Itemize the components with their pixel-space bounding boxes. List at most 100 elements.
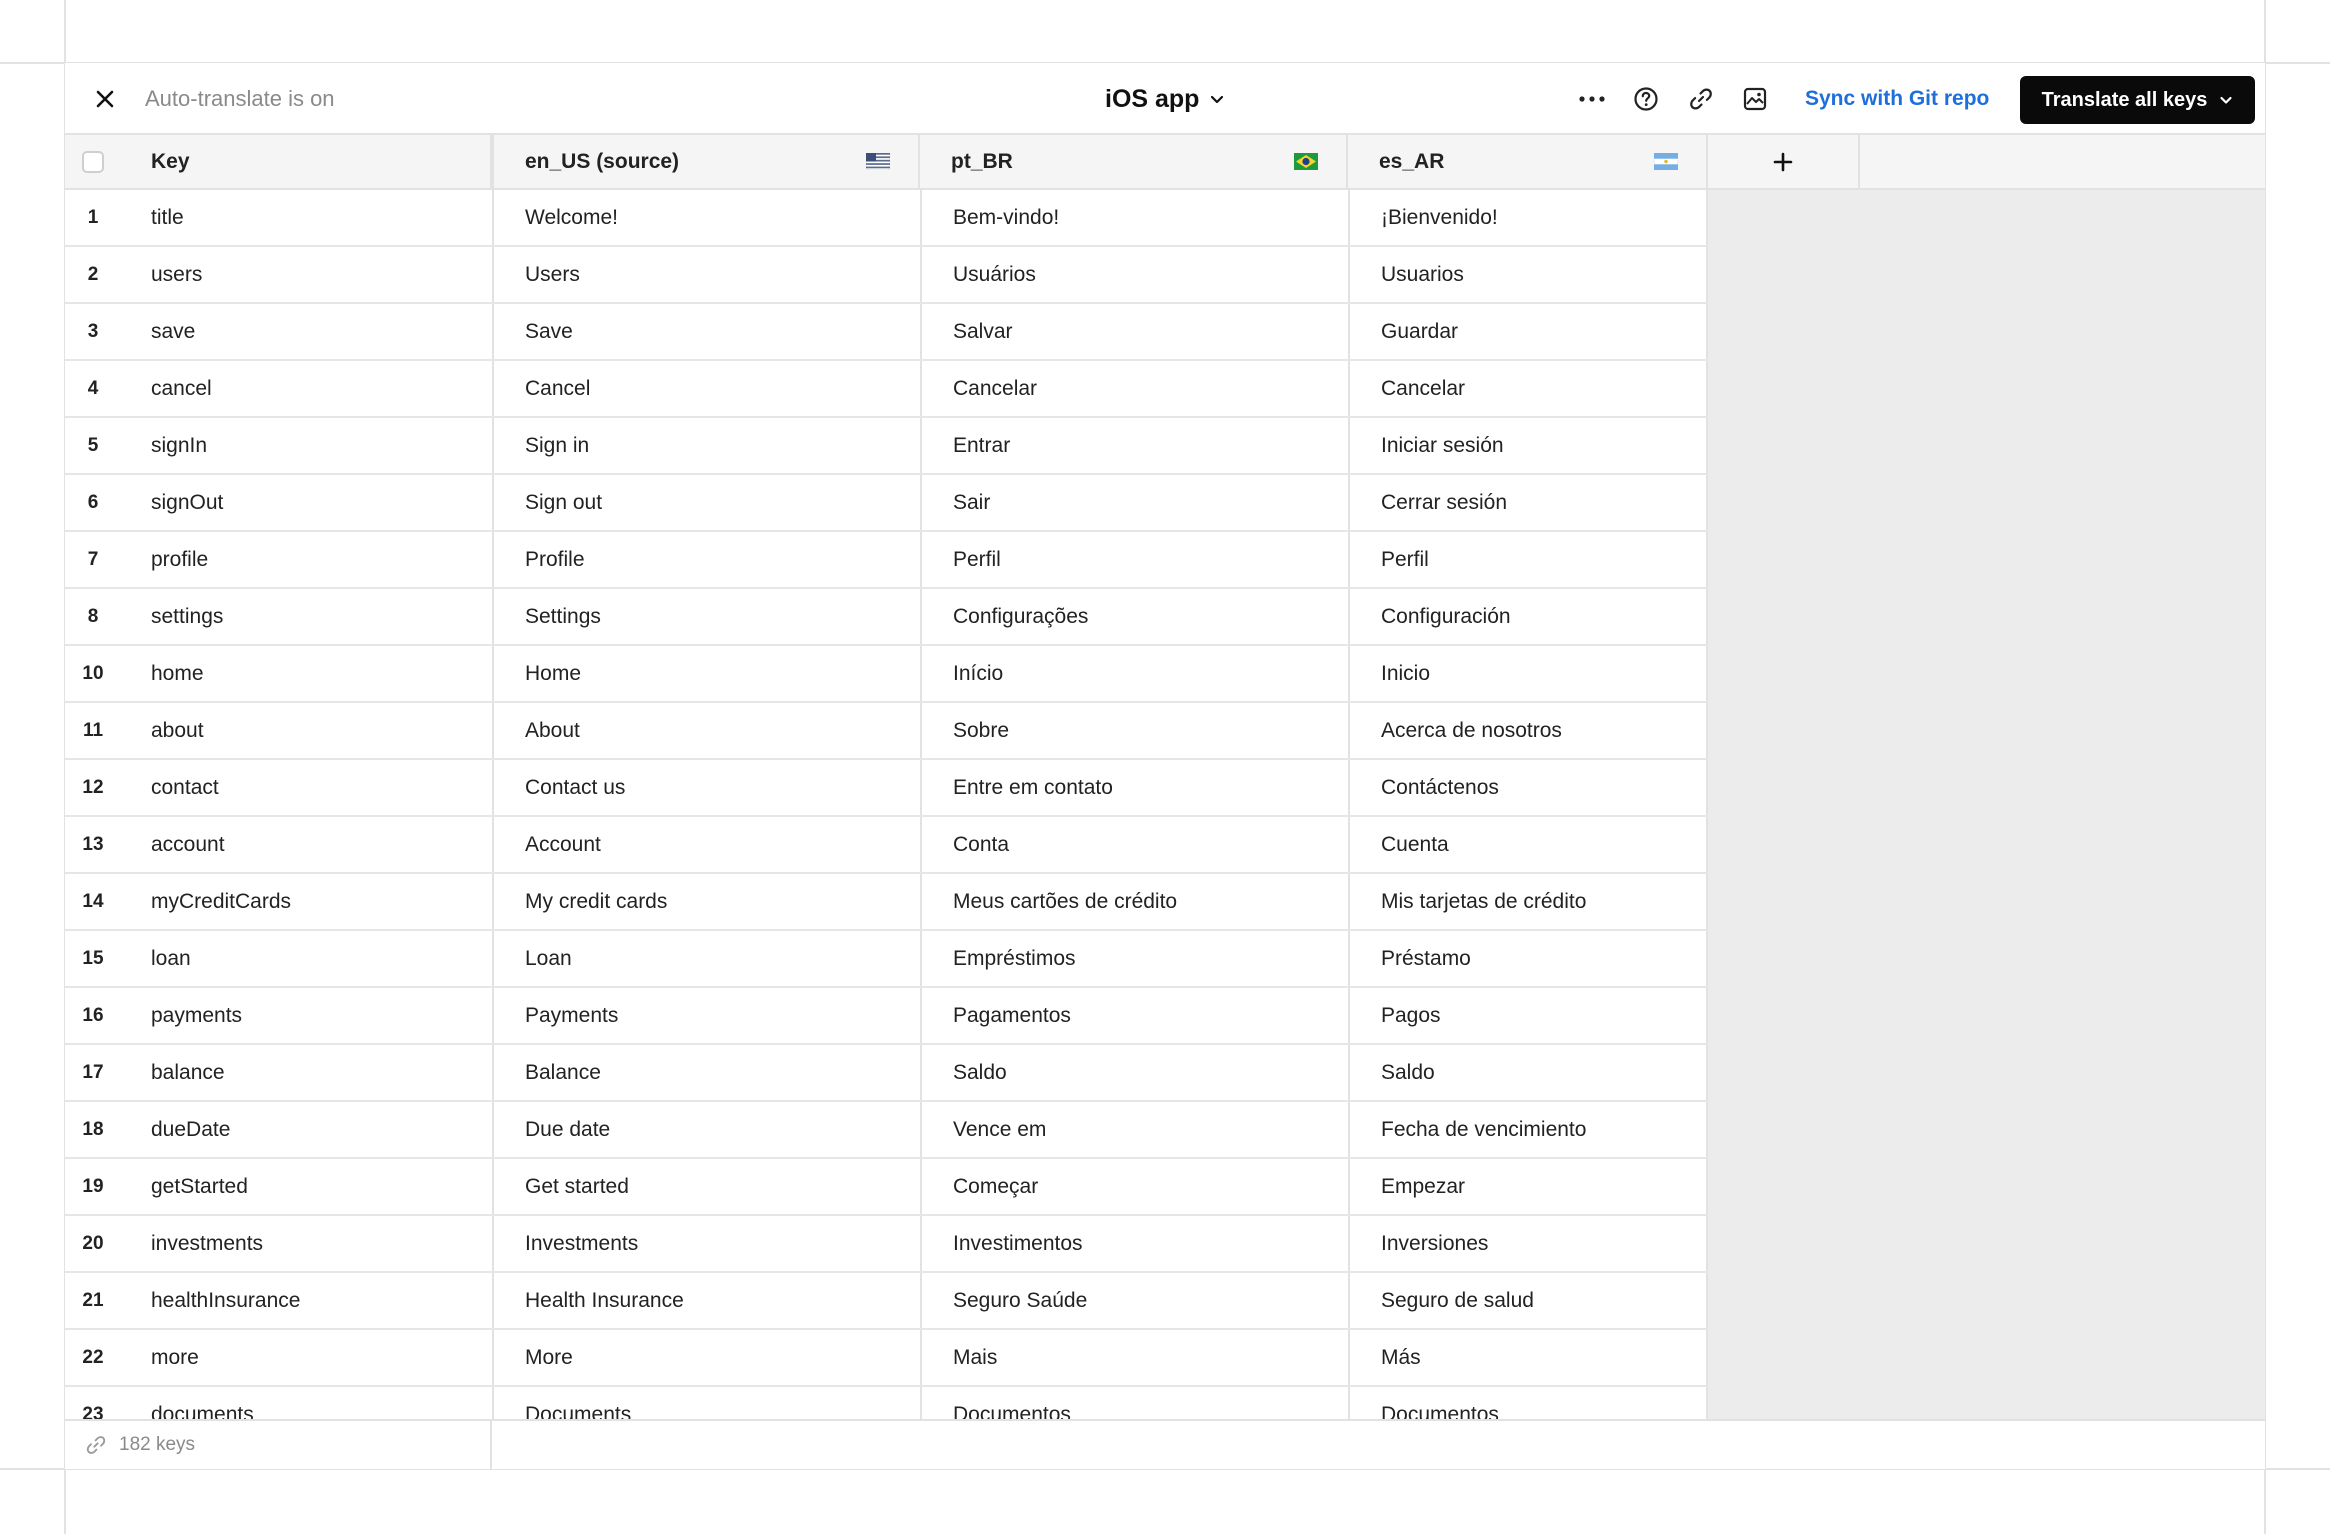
es-ar-cell[interactable]: Empezar: [1348, 1159, 1708, 1214]
pt-br-cell[interactable]: Meus cartões de crédito: [920, 874, 1348, 929]
es-ar-cell[interactable]: Iniciar sesión: [1348, 418, 1708, 473]
help-button[interactable]: [1627, 80, 1665, 118]
es-ar-cell[interactable]: Préstamo: [1348, 931, 1708, 986]
en-us-cell[interactable]: Loan: [492, 931, 920, 986]
pt-br-cell[interactable]: Começar: [920, 1159, 1348, 1214]
en-us-cell[interactable]: Contact us: [492, 760, 920, 815]
table-row[interactable]: 19 getStarted Get started Começar Empezar: [65, 1159, 1708, 1216]
table-row[interactable]: 6 signOut Sign out Sair Cerrar sesión: [65, 475, 1708, 532]
key-cell[interactable]: about: [151, 703, 491, 758]
table-row[interactable]: 17 balance Balance Saldo Saldo: [65, 1045, 1708, 1102]
table-row[interactable]: 5 signIn Sign in Entrar Iniciar sesión: [65, 418, 1708, 475]
pt-br-cell[interactable]: Saldo: [920, 1045, 1348, 1100]
table-row[interactable]: 18 dueDate Due date Vence em Fecha de vencim…: [65, 1102, 1708, 1159]
es-ar-cell[interactable]: Mis tarjetas de crédito: [1348, 874, 1708, 929]
en-us-cell[interactable]: Settings: [492, 589, 920, 644]
pt-br-cell[interactable]: Perfil: [920, 532, 1348, 587]
key-cell[interactable]: profile: [151, 532, 491, 587]
pt-br-cell[interactable]: Documentos: [920, 1387, 1348, 1419]
es-ar-cell[interactable]: Configuración: [1348, 589, 1708, 644]
en-us-cell[interactable]: Save: [492, 304, 920, 359]
copy-link-button[interactable]: [1682, 80, 1720, 118]
table-row[interactable]: 11 about About Sobre Acerca de nosotros: [65, 703, 1708, 760]
key-cell[interactable]: save: [151, 304, 491, 359]
pt-br-cell[interactable]: Configurações: [920, 589, 1348, 644]
select-all-checkbox[interactable]: [82, 150, 104, 173]
add-language-button[interactable]: [1708, 135, 1860, 188]
table-row[interactable]: 22 more More Mais Más: [65, 1330, 1708, 1387]
pt-br-cell[interactable]: Mais: [920, 1330, 1348, 1385]
en-us-cell[interactable]: Cancel: [492, 361, 920, 416]
es-ar-cell[interactable]: Documentos: [1348, 1387, 1708, 1419]
en-us-cell[interactable]: Get started: [492, 1159, 920, 1214]
table-row[interactable]: 23 documents Documents Documentos Documentos: [65, 1387, 1708, 1419]
pt-br-cell[interactable]: Vence em: [920, 1102, 1348, 1157]
column-header-pt[interactable]: pt_BR: [920, 135, 1348, 188]
column-header-en[interactable]: en_US (source): [492, 135, 920, 188]
screenshot-button[interactable]: [1736, 80, 1774, 118]
key-cell[interactable]: healthInsurance: [151, 1273, 491, 1328]
key-cell[interactable]: myCreditCards: [151, 874, 491, 929]
en-us-cell[interactable]: Users: [492, 247, 920, 302]
es-ar-cell[interactable]: Fecha de vencimiento: [1348, 1102, 1708, 1157]
pt-br-cell[interactable]: Entrar: [920, 418, 1348, 473]
key-cell[interactable]: documents: [151, 1387, 491, 1420]
en-us-cell[interactable]: Investments: [492, 1216, 920, 1271]
es-ar-cell[interactable]: Más: [1348, 1330, 1708, 1385]
en-us-cell[interactable]: About: [492, 703, 920, 758]
es-ar-cell[interactable]: Guardar: [1348, 304, 1708, 359]
table-row[interactable]: 8 settings Settings Configurações Configurac…: [65, 589, 1708, 646]
key-cell[interactable]: signOut: [151, 475, 491, 530]
table-row[interactable]: 3 save Save Salvar Guardar: [65, 304, 1708, 361]
key-cell[interactable]: contact: [151, 760, 491, 815]
table-row[interactable]: 14 myCreditCards My credit cards Meus cartõ…: [65, 874, 1708, 931]
es-ar-cell[interactable]: Cerrar sesión: [1348, 475, 1708, 530]
es-ar-cell[interactable]: ¡Bienvenido!: [1348, 190, 1708, 245]
en-us-cell[interactable]: Profile: [492, 532, 920, 587]
es-ar-cell[interactable]: Inicio: [1348, 646, 1708, 701]
key-cell[interactable]: cancel: [151, 361, 491, 416]
en-us-cell[interactable]: My credit cards: [492, 874, 920, 929]
table-row[interactable]: 10 home Home Início Inicio: [65, 646, 1708, 703]
pt-br-cell[interactable]: Sair: [920, 475, 1348, 530]
key-cell[interactable]: getStarted: [151, 1159, 491, 1214]
column-header-es[interactable]: es_AR: [1348, 135, 1708, 188]
pt-br-cell[interactable]: Sobre: [920, 703, 1348, 758]
column-header-key[interactable]: Key: [151, 135, 492, 188]
en-us-cell[interactable]: Welcome!: [492, 190, 920, 245]
es-ar-cell[interactable]: Saldo: [1348, 1045, 1708, 1100]
key-cell[interactable]: loan: [151, 931, 491, 986]
es-ar-cell[interactable]: Cuenta: [1348, 817, 1708, 872]
key-cell[interactable]: payments: [151, 988, 491, 1043]
pt-br-cell[interactable]: Conta: [920, 817, 1348, 872]
es-ar-cell[interactable]: Seguro de salud: [1348, 1273, 1708, 1328]
pt-br-cell[interactable]: Investimentos: [920, 1216, 1348, 1271]
key-cell[interactable]: home: [151, 646, 491, 701]
key-cell[interactable]: dueDate: [151, 1102, 491, 1157]
es-ar-cell[interactable]: Perfil: [1348, 532, 1708, 587]
key-cell[interactable]: settings: [151, 589, 491, 644]
en-us-cell[interactable]: Balance: [492, 1045, 920, 1100]
key-cell[interactable]: signIn: [151, 418, 491, 473]
table-row[interactable]: 21 healthInsurance Health Insurance Seguro …: [65, 1273, 1708, 1330]
pt-br-cell[interactable]: Bem-vindo!: [920, 190, 1348, 245]
project-selector[interactable]: iOS app: [1105, 77, 1225, 121]
pt-br-cell[interactable]: Empréstimos: [920, 931, 1348, 986]
pt-br-cell[interactable]: Pagamentos: [920, 988, 1348, 1043]
table-row[interactable]: 16 payments Payments Pagamentos Pagos: [65, 988, 1708, 1045]
en-us-cell[interactable]: Sign out: [492, 475, 920, 530]
key-cell[interactable]: investments: [151, 1216, 491, 1271]
more-button[interactable]: [1573, 80, 1611, 118]
en-us-cell[interactable]: Account: [492, 817, 920, 872]
pt-br-cell[interactable]: Entre em contato: [920, 760, 1348, 815]
es-ar-cell[interactable]: Usuarios: [1348, 247, 1708, 302]
translate-all-button[interactable]: Translate all keys: [2020, 76, 2255, 124]
en-us-cell[interactable]: More: [492, 1330, 920, 1385]
en-us-cell[interactable]: Due date: [492, 1102, 920, 1157]
es-ar-cell[interactable]: Pagos: [1348, 988, 1708, 1043]
pt-br-cell[interactable]: Salvar: [920, 304, 1348, 359]
table-row[interactable]: 12 contact Contact us Entre em contato Contá…: [65, 760, 1708, 817]
es-ar-cell[interactable]: Contáctenos: [1348, 760, 1708, 815]
key-cell[interactable]: users: [151, 247, 491, 302]
table-row[interactable]: 1 title Welcome! Bem-vindo! ¡Bienvenido!: [65, 190, 1708, 247]
